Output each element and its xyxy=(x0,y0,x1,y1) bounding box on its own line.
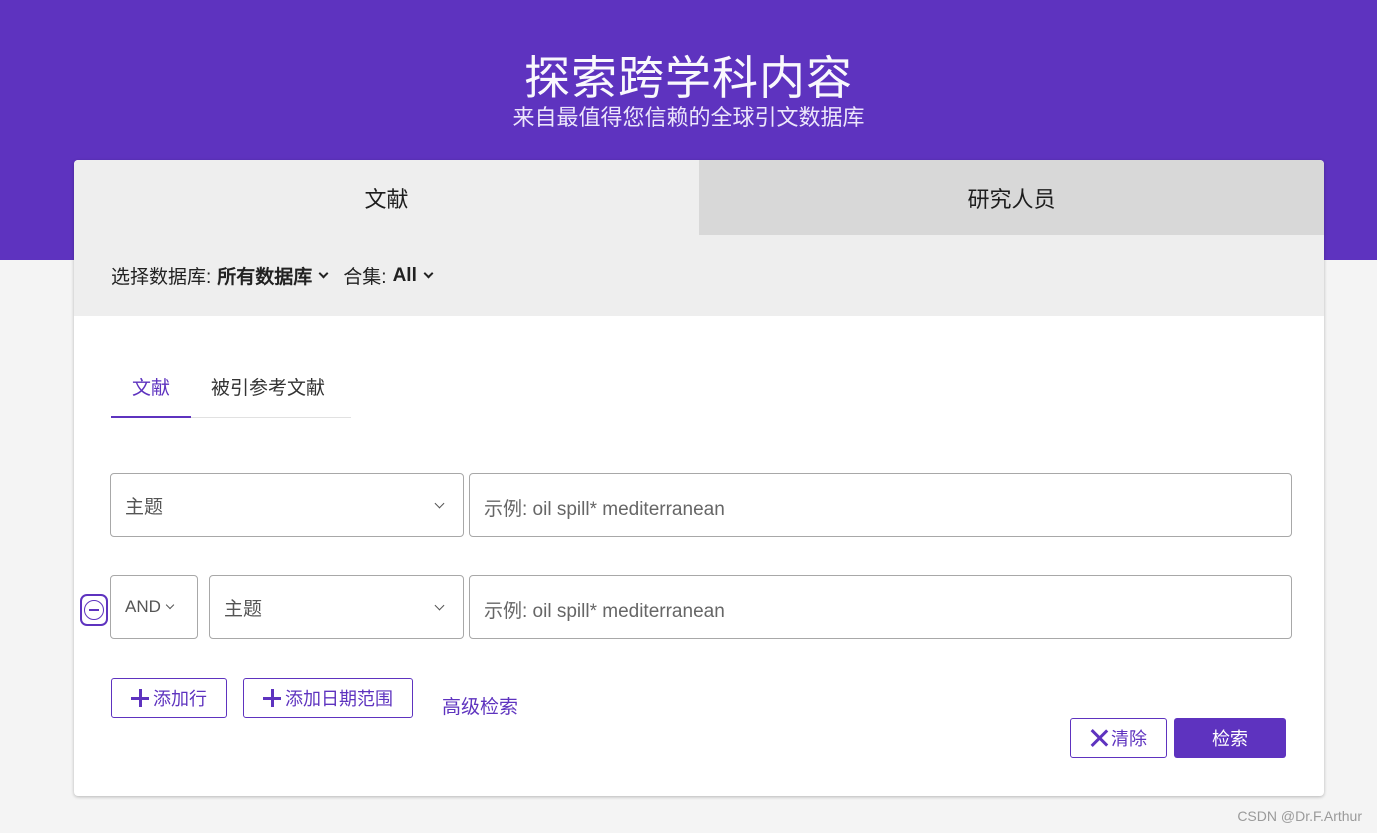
hero-subtitle: 来自最值得您信赖的全球引文数据库 xyxy=(512,105,865,130)
tab-researchers[interactable]: 研究人员 xyxy=(699,160,1324,235)
chevron-down-icon xyxy=(318,268,329,278)
add-row-button[interactable]: 添加行 xyxy=(111,678,227,718)
collection-value: All xyxy=(392,264,417,286)
watermark: CSDN @Dr.F.Arthur xyxy=(1237,808,1362,824)
field-select-value: 主题 xyxy=(125,496,164,518)
add-row-label: 添加行 xyxy=(153,689,207,709)
database-value: 所有数据库 xyxy=(217,267,313,288)
minus-circle-icon xyxy=(84,600,104,620)
advanced-search-link[interactable]: 高级检索 xyxy=(442,692,518,719)
search-button[interactable]: 检索 xyxy=(1174,718,1286,758)
search-card: 文献 研究人员 选择数据库: 所有数据库 合集: All 文献 被引参考文献 主… xyxy=(74,160,1324,796)
database-label: 选择数据库: xyxy=(111,267,212,288)
field-select-row-2[interactable]: 主题 xyxy=(209,575,464,639)
field-select-row-1[interactable]: 主题 xyxy=(110,473,464,537)
chevron-down-icon xyxy=(165,600,175,610)
field-select-value: 主题 xyxy=(224,598,263,620)
close-icon xyxy=(1090,729,1108,747)
subtab-documents[interactable]: 文献 xyxy=(111,370,191,418)
collection-label: 合集: xyxy=(343,267,387,288)
remove-row-button[interactable] xyxy=(80,594,108,626)
search-input-row-1[interactable] xyxy=(469,473,1292,537)
collection-selector[interactable]: 合集: All xyxy=(343,262,434,289)
plus-icon xyxy=(131,689,149,707)
database-bar: 选择数据库: 所有数据库 合集: All xyxy=(74,235,1324,316)
operator-value: AND xyxy=(125,597,161,616)
clear-button[interactable]: 清除 xyxy=(1070,718,1167,758)
boolean-operator-select[interactable]: AND xyxy=(110,575,198,639)
sub-tabs: 文献 被引参考文献 xyxy=(111,370,351,418)
tab-documents[interactable]: 文献 xyxy=(74,160,699,235)
hero-title: 探索跨学科内容 xyxy=(524,52,853,104)
chevron-down-icon xyxy=(434,498,445,509)
add-date-range-label: 添加日期范围 xyxy=(285,689,393,709)
database-selector[interactable]: 选择数据库: 所有数据库 xyxy=(111,262,329,289)
clear-label: 清除 xyxy=(1111,729,1147,749)
plus-icon xyxy=(263,689,281,707)
chevron-down-icon xyxy=(423,268,434,278)
add-date-range-button[interactable]: 添加日期范围 xyxy=(243,678,413,718)
chevron-down-icon xyxy=(434,600,445,611)
search-input-row-2[interactable] xyxy=(469,575,1292,639)
subtab-cited-references[interactable]: 被引参考文献 xyxy=(211,370,351,418)
